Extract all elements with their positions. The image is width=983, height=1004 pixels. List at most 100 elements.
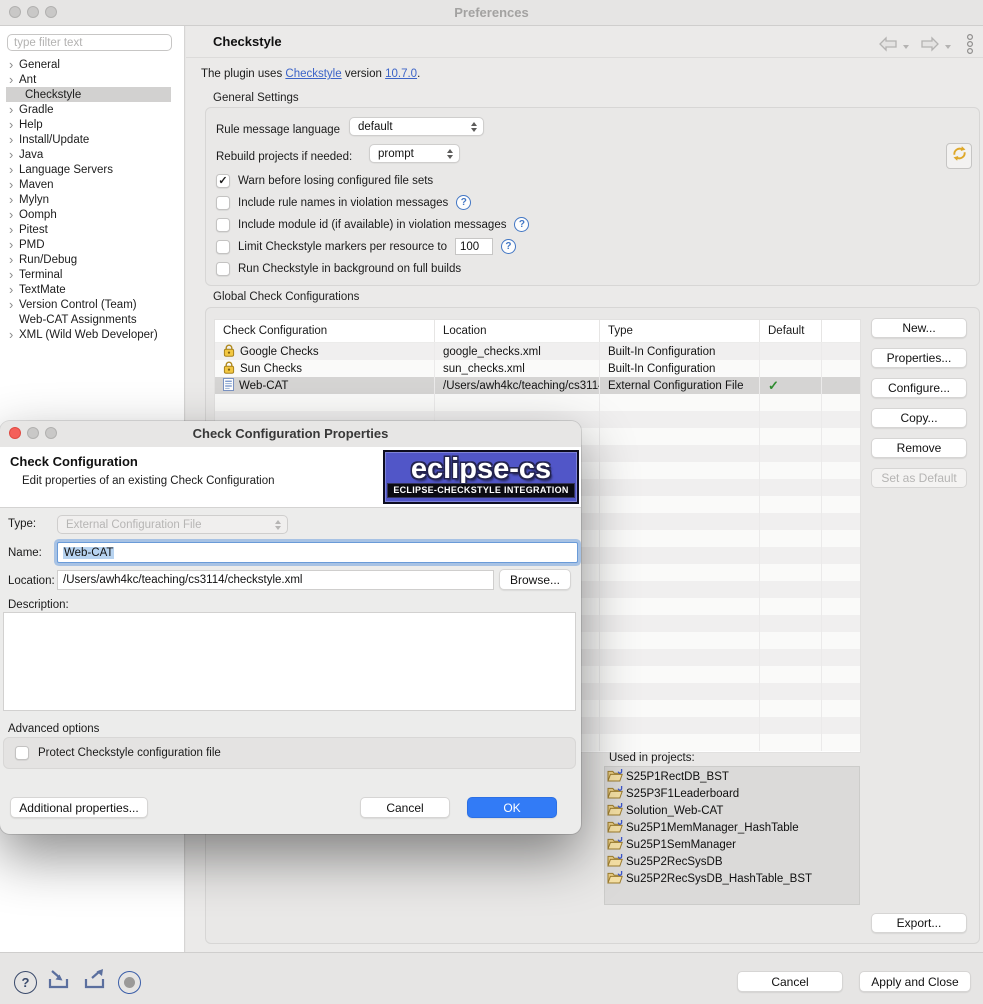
remove-button[interactable]: Remove xyxy=(871,438,967,458)
import-preferences-icon[interactable] xyxy=(46,968,73,996)
properties-button[interactable]: Properties... xyxy=(871,348,967,368)
expand-chevron-icon[interactable]: › xyxy=(0,238,16,251)
refresh-button[interactable] xyxy=(946,143,972,169)
sidebar-item-mylyn[interactable]: ›Mylyn xyxy=(0,192,184,207)
record-preferences-icon[interactable] xyxy=(118,971,141,994)
expand-chevron-icon[interactable]: › xyxy=(0,118,16,131)
expand-chevron-icon[interactable]: › xyxy=(0,58,16,71)
column-header[interactable]: Type xyxy=(600,320,760,342)
set-as-default-button: Set as Default xyxy=(871,468,967,488)
sidebar-item-java[interactable]: ›Java xyxy=(0,147,184,162)
expand-chevron-icon[interactable]: › xyxy=(0,328,16,341)
question-mark-icon: ? xyxy=(22,975,30,990)
checkbox-label: Run Checkstyle in background on full bui… xyxy=(238,263,461,275)
table-row[interactable]: Web-CAT/Users/awh4kc/teaching/cs3114Exte… xyxy=(215,377,860,394)
copy-button[interactable]: Copy... xyxy=(871,408,967,428)
expand-chevron-icon[interactable]: › xyxy=(0,253,16,266)
description-textarea[interactable] xyxy=(3,612,576,711)
export-preferences-icon[interactable] xyxy=(82,968,109,996)
apply-and-close-button[interactable]: Apply and Close xyxy=(859,971,971,992)
view-menu-icon[interactable] xyxy=(965,33,975,60)
checkbox[interactable] xyxy=(216,262,230,276)
checkbox[interactable]: ✓ xyxy=(216,174,230,188)
project-folder-icon xyxy=(607,819,623,836)
help-icon[interactable]: ? xyxy=(514,217,529,232)
expand-chevron-icon[interactable]: › xyxy=(0,283,16,296)
help-button[interactable]: ? xyxy=(14,971,37,994)
back-history-caret-icon[interactable] xyxy=(903,45,909,49)
expand-chevron-icon[interactable]: › xyxy=(0,133,16,146)
sidebar-item-maven[interactable]: ›Maven xyxy=(0,177,184,192)
empty-cell xyxy=(760,479,822,496)
sidebar-item-textmate[interactable]: ›TextMate xyxy=(0,282,184,297)
version-link[interactable]: 10.7.0 xyxy=(385,68,417,80)
sidebar-item-ant[interactable]: ›Ant xyxy=(0,72,184,87)
dialog-cancel-button[interactable]: Cancel xyxy=(360,797,450,818)
expand-chevron-icon[interactable]: › xyxy=(0,223,16,236)
sidebar-item-general[interactable]: ›General xyxy=(0,57,184,72)
expand-chevron-icon[interactable]: › xyxy=(0,208,16,221)
column-header[interactable]: Default xyxy=(760,320,822,342)
expand-chevron-icon[interactable]: › xyxy=(0,178,16,191)
project-list-item: S25P3F1Leaderboard xyxy=(605,785,859,802)
empty-cell xyxy=(822,649,860,666)
sidebar-item-terminal[interactable]: ›Terminal xyxy=(0,267,184,282)
checkstyle-link[interactable]: Checkstyle xyxy=(285,68,341,80)
column-header[interactable]: Check Configuration xyxy=(215,320,435,342)
protect-config-label: Protect Checkstyle configuration file xyxy=(38,747,221,759)
expand-chevron-icon[interactable]: › xyxy=(0,298,16,311)
project-list-item: Su25P2RecSysDB xyxy=(605,853,859,870)
empty-cell xyxy=(600,394,760,411)
column-header[interactable] xyxy=(822,320,860,342)
expand-chevron-icon[interactable]: › xyxy=(0,163,16,176)
sidebar-item-xml-wild-web-developer[interactable]: ›XML (Wild Web Developer) xyxy=(0,327,184,342)
expand-chevron-icon[interactable]: › xyxy=(0,268,16,281)
table-row[interactable]: Google Checksgoogle_checks.xmlBuilt-In C… xyxy=(215,343,860,360)
location-cell: /Users/awh4kc/teaching/cs3114 xyxy=(435,377,600,394)
sidebar-item-checkstyle[interactable]: Checkstyle xyxy=(6,87,171,102)
sidebar-item-web-cat-assignments[interactable]: Web-CAT Assignments xyxy=(0,312,184,327)
sidebar-item-version-control-team[interactable]: ›Version Control (Team) xyxy=(0,297,184,312)
sidebar-item-pitest[interactable]: ›Pitest xyxy=(0,222,184,237)
additional-properties-button[interactable]: Additional properties... xyxy=(10,797,148,818)
sidebar-item-oomph[interactable]: ›Oomph xyxy=(0,207,184,222)
name-input[interactable]: Web-CAT xyxy=(57,542,578,563)
preferences-cancel-button[interactable]: Cancel xyxy=(737,971,843,992)
location-input[interactable] xyxy=(57,570,494,590)
marker-limit-input[interactable] xyxy=(455,238,493,255)
dialog-titlebar: Check Configuration Properties xyxy=(0,421,581,448)
export-button[interactable]: Export... xyxy=(871,913,967,933)
configure-button[interactable]: Configure... xyxy=(871,378,967,398)
column-header[interactable]: Location xyxy=(435,320,600,342)
checkbox[interactable] xyxy=(216,240,230,254)
expand-chevron-icon[interactable]: › xyxy=(0,73,16,86)
checkbox[interactable] xyxy=(216,196,230,210)
rebuild-projects-select[interactable]: prompt xyxy=(369,144,460,163)
table-row[interactable]: Sun Checkssun_checks.xmlBuilt-In Configu… xyxy=(215,360,860,377)
new-button[interactable]: New... xyxy=(871,318,967,338)
checkbox[interactable] xyxy=(216,218,230,232)
project-name: Solution_Web-CAT xyxy=(626,805,723,817)
empty-cell xyxy=(600,513,760,530)
forward-arrow-icon[interactable] xyxy=(919,36,941,57)
sidebar-item-label: Ant xyxy=(16,74,36,86)
sidebar-item-pmd[interactable]: ›PMD xyxy=(0,237,184,252)
help-icon[interactable]: ? xyxy=(501,239,516,254)
protect-config-checkbox[interactable] xyxy=(15,746,29,760)
expand-chevron-icon[interactable]: › xyxy=(0,103,16,116)
sidebar-item-help[interactable]: ›Help xyxy=(0,117,184,132)
rule-message-language-select[interactable]: default xyxy=(349,117,484,136)
sidebar-item-gradle[interactable]: ›Gradle xyxy=(0,102,184,117)
project-folder-icon xyxy=(607,836,623,853)
help-icon[interactable]: ? xyxy=(456,195,471,210)
sidebar-item-run-debug[interactable]: ›Run/Debug xyxy=(0,252,184,267)
expand-chevron-icon[interactable]: › xyxy=(0,193,16,206)
ok-button[interactable]: OK xyxy=(467,797,557,818)
forward-history-caret-icon[interactable] xyxy=(945,45,951,49)
browse-button[interactable]: Browse... xyxy=(499,569,571,590)
sidebar-item-language-servers[interactable]: ›Language Servers xyxy=(0,162,184,177)
filter-input[interactable] xyxy=(7,34,172,51)
back-arrow-icon[interactable] xyxy=(877,36,899,57)
expand-chevron-icon[interactable]: › xyxy=(0,148,16,161)
sidebar-item-install-update[interactable]: ›Install/Update xyxy=(0,132,184,147)
